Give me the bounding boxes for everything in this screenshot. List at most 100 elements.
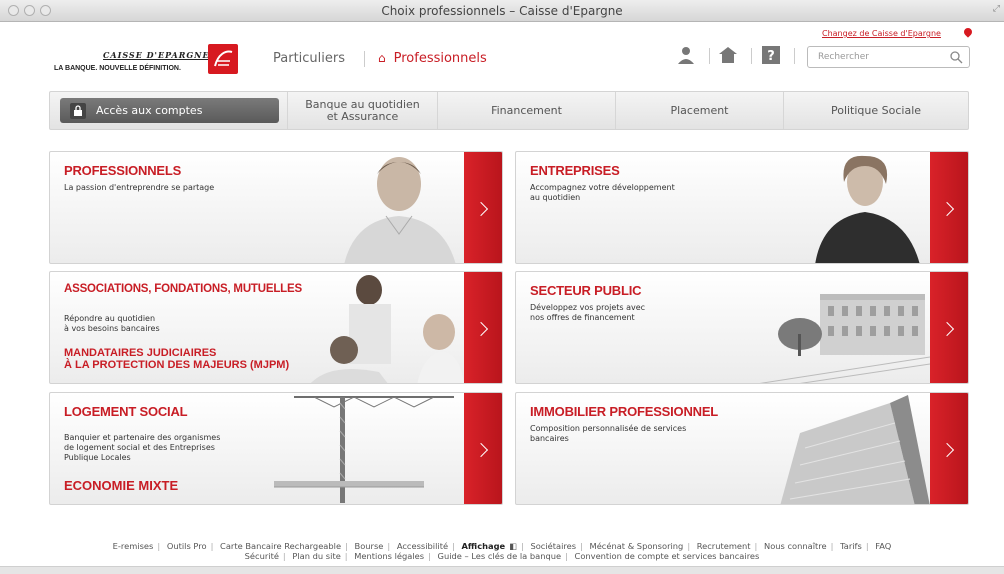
construction-crane-photo [274, 396, 454, 503]
footer-link[interactable]: Sociétaires [528, 541, 578, 551]
card-entreprises[interactable]: ENTREPRISES Accompagnez votre développem… [515, 151, 969, 264]
acces-comptes-button[interactable]: Accès aux comptes [60, 98, 279, 123]
chevron-right-icon [473, 321, 489, 336]
help-icon[interactable]: ? [760, 44, 782, 66]
footer-divider: | [565, 551, 568, 561]
change-caisse-link[interactable]: Changez de Caisse d'Epargne [822, 29, 941, 38]
card-title: IMMOBILIER PROFESSIONNEL [530, 404, 719, 419]
professional-man-photo [344, 157, 456, 263]
footer-divider: | [387, 541, 391, 551]
agency-building-icon[interactable] [717, 44, 739, 66]
footer-link[interactable]: FAQ [873, 541, 893, 551]
footer-link[interactable]: Mentions légales [352, 551, 426, 561]
card-logement-social[interactable]: LOGEMENT SOCIAL Banquier et partenaire d… [49, 392, 503, 505]
card-title-mjpm[interactable]: MANDATAIRES JUDICIAIRES À LA PROTECTION … [64, 347, 289, 371]
footer-divider: | [687, 541, 691, 551]
caisse-epargne-logo-icon[interactable] [208, 44, 238, 74]
card-title: ENTREPRISES [530, 163, 620, 178]
footer-divider: | [344, 551, 348, 561]
family-photo [311, 275, 464, 383]
card-title-economie-mixte[interactable]: ECONOMIE MIXTE [64, 479, 178, 492]
card-title: ASSOCIATIONS, FONDATIONS, MUTUELLES [64, 283, 302, 295]
footer-divider: | [157, 541, 161, 551]
lock-icon [70, 102, 86, 119]
icon-divider [751, 48, 752, 64]
footer-link[interactable]: Accessibilité [395, 541, 450, 551]
footer-link[interactable]: Convention de compte et services bancair… [573, 551, 762, 561]
card-arrow-button[interactable] [930, 152, 968, 263]
menu-politique-sociale[interactable]: Politique Sociale [783, 92, 968, 129]
card-arrow-button[interactable] [930, 393, 968, 504]
icon-divider [794, 48, 795, 64]
card-secteur-public[interactable]: SECTEUR PUBLIC Développez vos projets av… [515, 271, 969, 384]
card-associations[interactable]: ASSOCIATIONS, FONDATIONS, MUTUELLES Répo… [49, 271, 503, 384]
search-icon[interactable] [949, 50, 963, 67]
menu-placement[interactable]: Placement [615, 92, 783, 129]
footer-divider: | [521, 541, 524, 551]
search-input[interactable]: Rechercher [807, 46, 970, 68]
public-building-photo [759, 294, 930, 383]
footer-divider: | [282, 551, 286, 561]
footer-link[interactable]: Recrutement [695, 541, 753, 551]
footer-divider: | [754, 541, 758, 551]
footer-divider: | [452, 541, 455, 551]
card-subtitle: Développez vos projets avec nos offres d… [530, 303, 646, 322]
footer-link[interactable]: Plan du site [290, 551, 342, 561]
contact-person-icon[interactable] [675, 44, 697, 66]
window-title: Choix professionnels – Caisse d'Epargne [381, 4, 623, 18]
nav-professionnels-link[interactable]: ⌂ Professionnels [378, 51, 487, 66]
card-subtitle: Répondre au quotidien à vos besoins banc… [64, 314, 160, 333]
footer-divider: | [580, 541, 583, 551]
card-arrow-button[interactable] [464, 272, 502, 383]
card-immobilier-professionnel[interactable]: IMMOBILIER PROFESSIONNEL Composition per… [515, 392, 969, 505]
menu-financement[interactable]: Financement [437, 92, 615, 129]
footer-links-row2: Sécurité | Plan du site | Mentions légales… [0, 551, 1004, 561]
location-pin-icon [962, 26, 974, 38]
footer-divider: | [210, 541, 214, 551]
menu-banque-quotidien[interactable]: Banque au quotidien et Assurance [287, 92, 437, 129]
nav-particuliers-link[interactable]: Particuliers [273, 51, 345, 66]
nav-professionnels-label: Professionnels [393, 51, 487, 66]
footer-link[interactable]: Sécurité [243, 551, 281, 561]
card-professionnels[interactable]: PROFESSIONNELS La passion d'entreprendre… [49, 151, 503, 264]
card-subtitle: Banquier et partenaire des organismes de… [64, 433, 221, 462]
card-arrow-button[interactable] [464, 393, 502, 504]
footer-link[interactable]: Tarifs [838, 541, 864, 551]
business-woman-photo [815, 155, 920, 263]
footer-link[interactable]: Nous connaître [762, 541, 829, 551]
footer-divider: | [428, 551, 431, 561]
chevron-right-icon [939, 442, 955, 457]
card-title: PROFESSIONNELS [64, 163, 182, 178]
main-menu: Accès aux comptes Banque au quotidien et… [49, 91, 969, 130]
display-toggle-icon[interactable]: ◧ [507, 541, 519, 551]
chevron-right-icon [473, 201, 489, 216]
card-subtitle: La passion d'entreprendre se partage [64, 183, 215, 192]
footer-links-row1: E-remises | Outils Pro | Carte Bancaire Re… [0, 541, 1004, 551]
acces-comptes-label: Accès aux comptes [96, 104, 203, 117]
search-placeholder: Rechercher [818, 52, 869, 62]
footer-link[interactable]: E-remises [111, 541, 156, 551]
footer-affichage-link[interactable]: Affichage [460, 541, 508, 551]
footer-link[interactable]: Outils Pro [165, 541, 209, 551]
chevron-right-icon [473, 442, 489, 457]
footer-divider: | [865, 541, 869, 551]
card-arrow-button[interactable] [930, 272, 968, 383]
office-tower-photo [780, 395, 930, 504]
footer-divider: | [830, 541, 834, 551]
footer-link[interactable]: Bourse [353, 541, 386, 551]
card-subtitle: Accompagnez votre développement au quoti… [530, 183, 675, 202]
card-title: LOGEMENT SOCIAL [64, 404, 188, 419]
footer-link[interactable]: Mécénat & Sponsoring [588, 541, 686, 551]
footer-link[interactable]: Guide – Les clés de la banque [436, 551, 564, 561]
logo-name: CAISSE D'EPARGNE [103, 50, 210, 60]
card-arrow-button[interactable] [464, 152, 502, 263]
svg-text:?: ? [767, 49, 775, 64]
footer-divider: | [345, 541, 348, 551]
home-icon: ⌂ [378, 51, 386, 65]
chevron-right-icon [939, 201, 955, 216]
card-subtitle: Composition personnalisée de services ba… [530, 424, 687, 443]
logo-tagline: LA BANQUE. NOUVELLE DÉFINITION. [54, 65, 181, 72]
fullscreen-icon[interactable]: ⤢ [993, 4, 1000, 14]
icon-divider [709, 48, 710, 64]
footer-link[interactable]: Carte Bancaire Rechargeable [218, 541, 343, 551]
